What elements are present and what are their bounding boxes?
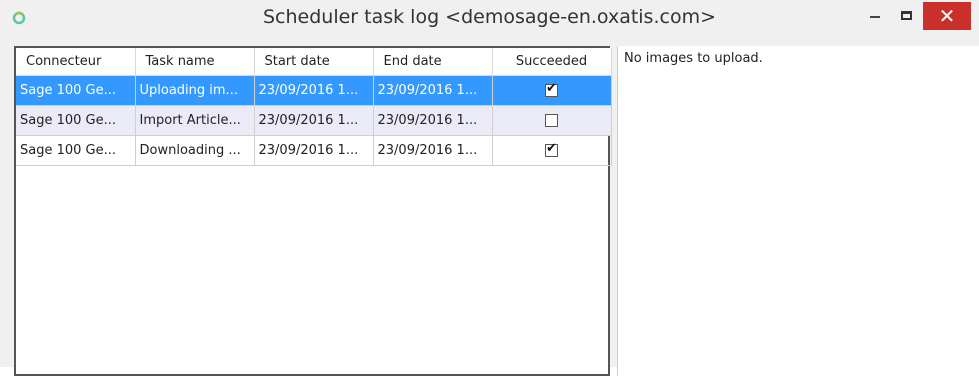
task-log-table: Connecteur Task name Start date End date…	[16, 48, 612, 166]
cell-connecteur[interactable]: Sage 100 Ge...	[16, 135, 136, 166]
succeeded-checkbox[interactable]	[545, 81, 558, 97]
minimize-icon	[870, 16, 880, 18]
column-header-task-name[interactable]: Task name	[135, 48, 255, 76]
maximize-icon	[900, 10, 912, 20]
column-header-start-date[interactable]: Start date	[254, 48, 374, 76]
cell-succeeded[interactable]	[492, 75, 612, 106]
succeeded-checkbox[interactable]	[545, 141, 558, 157]
cell-connecteur[interactable]: Sage 100 Ge...	[16, 75, 136, 106]
cell-start-date[interactable]: 23/09/2016 1...	[254, 135, 374, 166]
cell-end-date[interactable]: 23/09/2016 1...	[373, 135, 493, 166]
column-header-succeeded[interactable]: Succeeded	[492, 48, 612, 76]
cell-succeeded[interactable]	[492, 135, 612, 166]
cell-start-date[interactable]: 23/09/2016 1...	[254, 75, 374, 106]
maximize-button[interactable]	[884, 0, 928, 30]
table-row[interactable]: Sage 100 Ge... Import Article... 23/09/2…	[16, 105, 612, 136]
cell-connecteur[interactable]: Sage 100 Ge...	[16, 105, 136, 136]
table-header-row: Connecteur Task name Start date End date…	[16, 48, 612, 76]
close-icon: ✕	[938, 4, 956, 28]
title-bar: Scheduler task log <demosage-en.oxatis.c…	[0, 0, 979, 36]
cell-succeeded[interactable]	[492, 105, 612, 136]
cell-task-name[interactable]: Downloading ...	[135, 135, 255, 166]
table-row[interactable]: Sage 100 Ge... Downloading ... 23/09/201…	[16, 135, 612, 166]
column-header-connecteur[interactable]: Connecteur	[16, 48, 136, 76]
cell-end-date[interactable]: 23/09/2016 1...	[373, 105, 493, 136]
task-log-table-panel: Connecteur Task name Start date End date…	[14, 46, 612, 376]
succeeded-checkbox[interactable]	[545, 114, 558, 127]
cell-task-name[interactable]: Uploading im...	[135, 75, 255, 106]
log-detail-panel: No images to upload.	[617, 46, 979, 376]
log-message: No images to upload.	[624, 51, 763, 66]
cell-end-date[interactable]: 23/09/2016 1...	[373, 75, 493, 106]
column-header-end-date[interactable]: End date	[373, 48, 493, 76]
close-button[interactable]: ✕	[923, 2, 971, 30]
table-row[interactable]: Sage 100 Ge... Uploading im... 23/09/201…	[16, 75, 612, 106]
cell-start-date[interactable]: 23/09/2016 1...	[254, 105, 374, 136]
cell-task-name[interactable]: Import Article...	[135, 105, 255, 136]
window-title: Scheduler task log <demosage-en.oxatis.c…	[262, 6, 716, 28]
